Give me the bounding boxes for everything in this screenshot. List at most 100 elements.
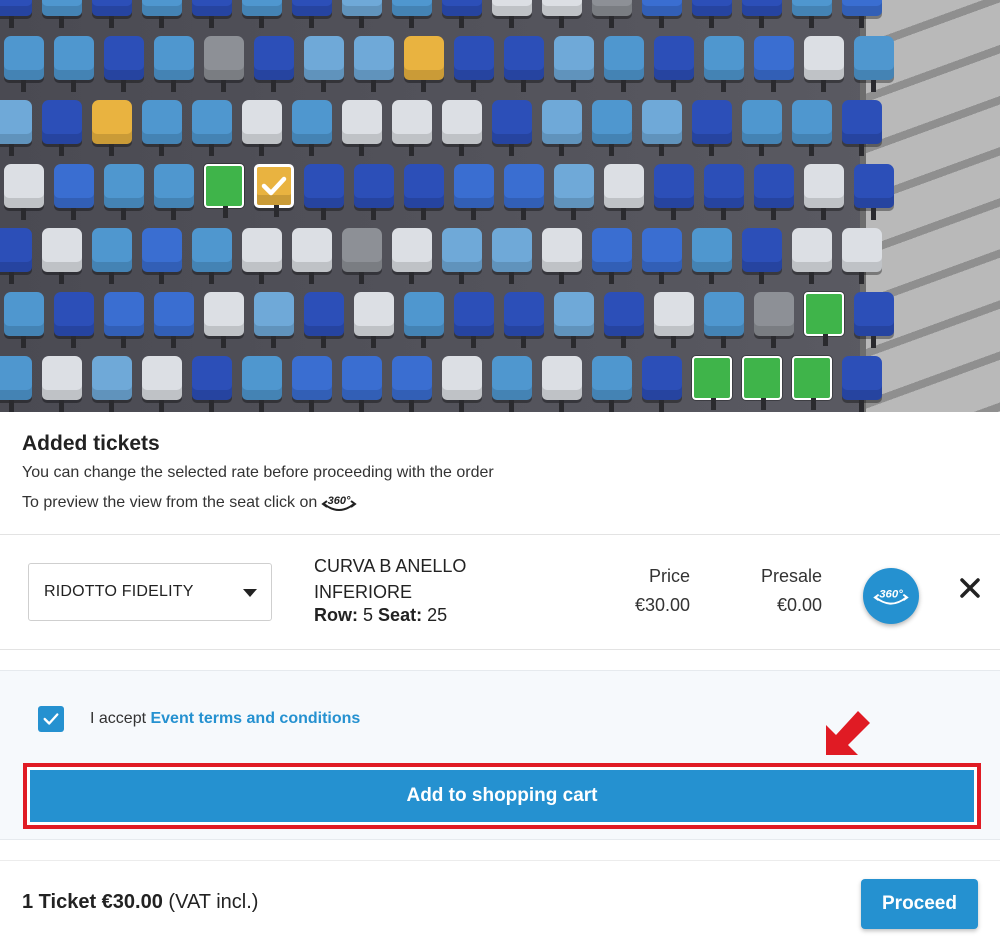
seat-grid[interactable] xyxy=(0,0,894,412)
seat[interactable] xyxy=(354,292,394,348)
seat[interactable] xyxy=(292,100,332,156)
seat[interactable] xyxy=(642,0,682,28)
seat[interactable] xyxy=(192,228,232,284)
seat[interactable] xyxy=(842,228,882,284)
seat[interactable] xyxy=(692,100,732,156)
seat[interactable] xyxy=(54,36,94,92)
seat[interactable] xyxy=(454,164,494,220)
seat[interactable] xyxy=(42,100,82,156)
seat[interactable] xyxy=(804,36,844,92)
seat[interactable] xyxy=(504,292,544,348)
seat[interactable] xyxy=(92,100,132,156)
seat[interactable] xyxy=(492,100,532,156)
seat[interactable] xyxy=(542,100,582,156)
seat[interactable] xyxy=(204,36,244,92)
seat[interactable] xyxy=(592,0,632,28)
seat[interactable] xyxy=(492,228,532,284)
seat[interactable] xyxy=(754,164,794,220)
seat[interactable] xyxy=(154,36,194,92)
seat[interactable] xyxy=(354,36,394,92)
seat[interactable] xyxy=(0,100,32,156)
seat[interactable] xyxy=(704,292,744,348)
seat[interactable] xyxy=(804,164,844,220)
seat[interactable] xyxy=(704,36,744,92)
selected-seat[interactable] xyxy=(254,164,294,217)
seat[interactable] xyxy=(454,36,494,92)
seat[interactable] xyxy=(42,0,82,28)
seat[interactable] xyxy=(404,164,444,220)
seat[interactable] xyxy=(442,356,482,412)
view-360-button[interactable]: 360° xyxy=(863,568,919,624)
seat[interactable] xyxy=(604,292,644,348)
seat[interactable] xyxy=(154,164,194,220)
terms-link[interactable]: Event terms and conditions xyxy=(150,710,360,727)
seat[interactable] xyxy=(142,100,182,156)
seat[interactable] xyxy=(442,228,482,284)
seat[interactable] xyxy=(304,292,344,348)
seat[interactable] xyxy=(4,36,44,92)
seat[interactable] xyxy=(342,356,382,412)
seat[interactable] xyxy=(292,356,332,412)
seat[interactable] xyxy=(542,0,582,28)
seat[interactable] xyxy=(92,356,132,412)
seat[interactable] xyxy=(142,0,182,28)
seat[interactable] xyxy=(342,100,382,156)
seat[interactable] xyxy=(204,164,244,218)
add-to-cart-button[interactable]: Add to shopping cart xyxy=(30,770,974,822)
seat-map[interactable] xyxy=(0,0,1000,412)
seat[interactable] xyxy=(854,292,894,348)
seat[interactable] xyxy=(292,228,332,284)
seat[interactable] xyxy=(304,164,344,220)
seat[interactable] xyxy=(792,356,832,410)
seat[interactable] xyxy=(842,0,882,28)
seat[interactable] xyxy=(392,228,432,284)
seat[interactable] xyxy=(54,292,94,348)
seat[interactable] xyxy=(192,356,232,412)
seat[interactable] xyxy=(92,0,132,28)
seat[interactable] xyxy=(342,0,382,28)
seat[interactable] xyxy=(692,356,732,410)
seat[interactable] xyxy=(0,0,32,28)
seat[interactable] xyxy=(542,356,582,412)
terms-checkbox[interactable] xyxy=(38,706,64,732)
seat[interactable] xyxy=(804,292,844,346)
seat[interactable] xyxy=(404,292,444,348)
remove-ticket-button[interactable] xyxy=(957,575,983,601)
seat[interactable] xyxy=(592,100,632,156)
seat[interactable] xyxy=(404,36,444,92)
seat[interactable] xyxy=(242,0,282,28)
seat[interactable] xyxy=(342,228,382,284)
seat[interactable] xyxy=(104,292,144,348)
seat[interactable] xyxy=(492,356,532,412)
seat[interactable] xyxy=(0,356,32,412)
seat[interactable] xyxy=(742,100,782,156)
seat[interactable] xyxy=(392,100,432,156)
seat[interactable] xyxy=(754,292,794,348)
seat[interactable] xyxy=(442,0,482,28)
seat[interactable] xyxy=(392,356,432,412)
seat[interactable] xyxy=(642,100,682,156)
seat[interactable] xyxy=(842,356,882,412)
seat[interactable] xyxy=(792,0,832,28)
seat[interactable] xyxy=(642,228,682,284)
seat[interactable] xyxy=(392,0,432,28)
seat[interactable] xyxy=(704,164,744,220)
seat[interactable] xyxy=(354,164,394,220)
seat[interactable] xyxy=(42,356,82,412)
seat[interactable] xyxy=(604,36,644,92)
seat[interactable] xyxy=(742,0,782,28)
seat[interactable] xyxy=(142,228,182,284)
seat[interactable] xyxy=(292,0,332,28)
seat[interactable] xyxy=(854,164,894,220)
seat[interactable] xyxy=(42,228,82,284)
seat[interactable] xyxy=(554,164,594,220)
seat[interactable] xyxy=(254,36,294,92)
seat[interactable] xyxy=(592,228,632,284)
seat[interactable] xyxy=(254,292,294,348)
seat[interactable] xyxy=(792,228,832,284)
seat[interactable] xyxy=(442,100,482,156)
seat[interactable] xyxy=(742,356,782,410)
seat[interactable] xyxy=(554,36,594,92)
seat[interactable] xyxy=(0,228,32,284)
seat[interactable] xyxy=(4,292,44,348)
